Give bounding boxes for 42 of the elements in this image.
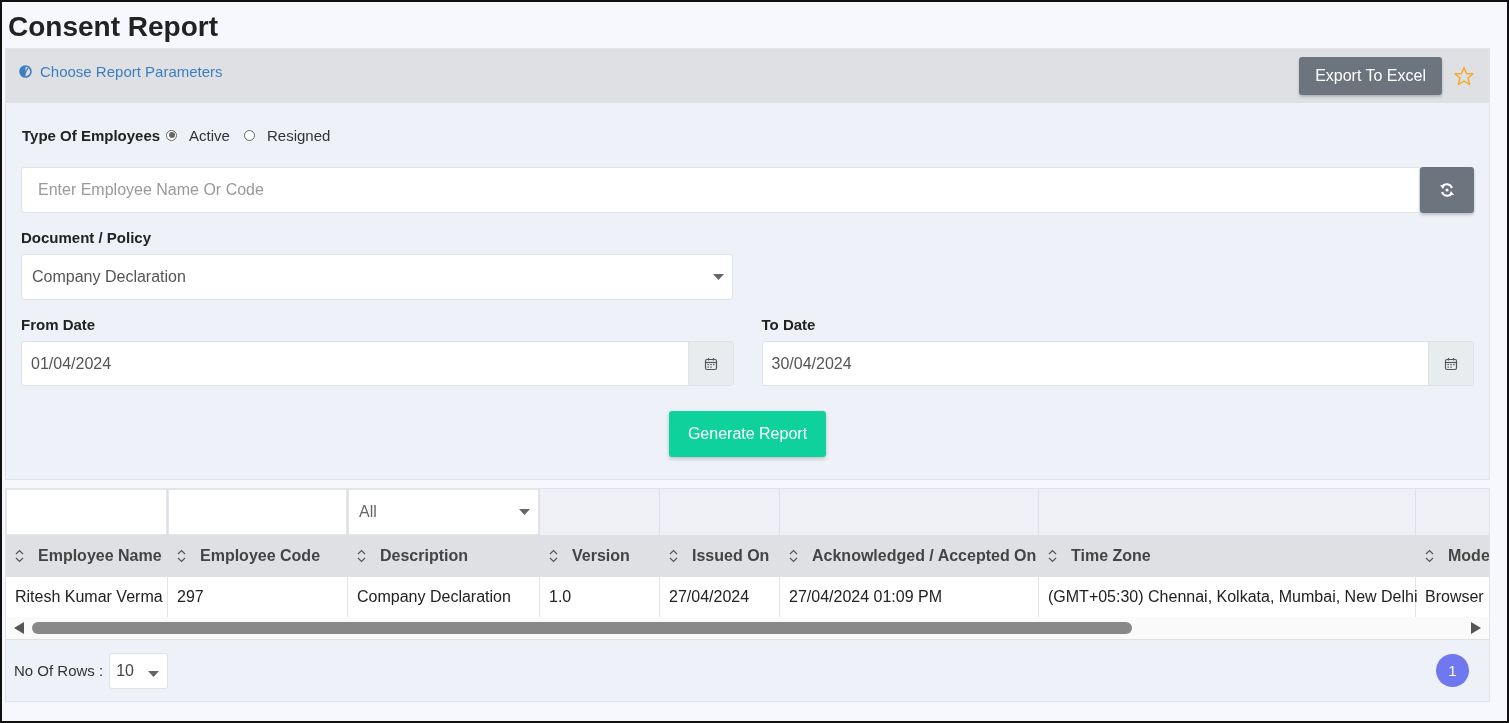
scroll-right-icon[interactable] — [1471, 622, 1481, 634]
column-header[interactable]: Description — [380, 547, 468, 565]
export-button[interactable]: Export To Excel — [1299, 57, 1442, 95]
radio-label[interactable]: Active — [189, 126, 230, 144]
sort-icon[interactable] — [549, 549, 558, 563]
sort-icon[interactable] — [15, 549, 24, 563]
radio-button[interactable] — [166, 129, 178, 141]
caret-icon — [713, 274, 724, 280]
rows-select[interactable]: 10 — [109, 652, 168, 689]
date-field[interactable]: 30/04/2024 — [761, 341, 1474, 386]
calendar-icon — [703, 356, 718, 371]
page-title: Consent Report — [7, 10, 219, 44]
calendar-icon — [1444, 356, 1458, 371]
date-field[interactable]: 01/04/2024 — [21, 341, 734, 386]
field-label: To Date — [761, 315, 817, 335]
radio-button[interactable] — [243, 129, 255, 141]
half-circle-icon — [19, 65, 32, 78]
document-select[interactable]: Company Declaration — [21, 254, 733, 300]
field-label: Type Of Employees — [22, 126, 161, 144]
employee-search-field[interactable]: Enter Employee Name Or Code — [21, 167, 1420, 213]
refresh-button[interactable] — [1420, 167, 1474, 213]
sort-icon[interactable] — [177, 549, 186, 563]
scrollbar-thumb[interactable] — [32, 622, 1132, 634]
caret-icon — [519, 509, 530, 515]
radio-label[interactable]: Resigned — [266, 126, 331, 144]
field-label: From Date — [21, 315, 97, 335]
field-label: Document / Policy — [21, 228, 153, 248]
star-icon[interactable] — [1454, 66, 1474, 86]
filter-field[interactable] — [6, 489, 167, 535]
sort-icon[interactable] — [357, 549, 366, 563]
refresh-icon — [1439, 182, 1455, 198]
sort-icon[interactable] — [1048, 549, 1057, 563]
scroll-left-icon[interactable] — [14, 622, 24, 634]
sort-icon[interactable] — [669, 549, 678, 563]
caret-icon — [148, 670, 159, 677]
filter-field[interactable] — [168, 489, 347, 535]
filter-select[interactable]: All — [348, 489, 539, 535]
sort-icon[interactable] — [789, 549, 798, 563]
column-header[interactable]: Time Zone — [1071, 547, 1151, 565]
rows-label: No Of Rows : — [14, 662, 104, 679]
page-button[interactable]: 1 — [1436, 654, 1469, 687]
sort-icon[interactable] — [1425, 549, 1434, 563]
